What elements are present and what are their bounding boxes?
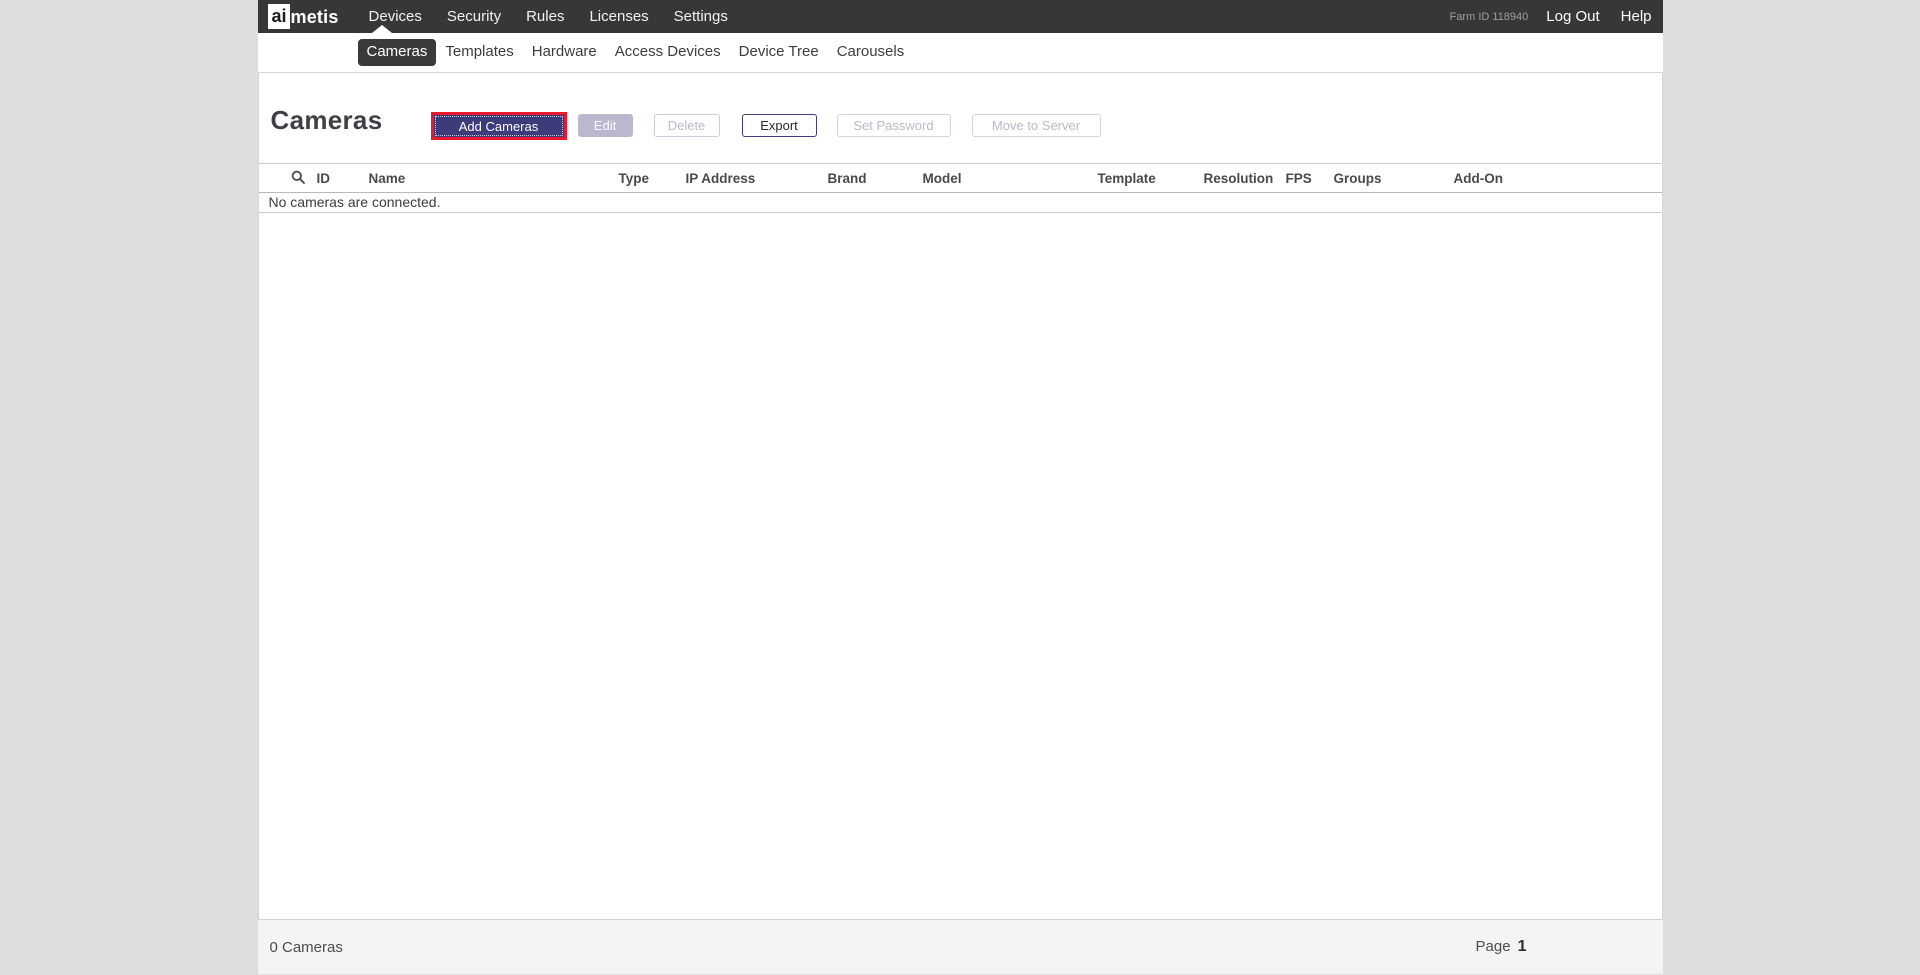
active-menu-caret-icon	[371, 25, 392, 33]
subnav: Cameras Templates Hardware Access Device…	[257, 33, 1663, 73]
column-header-add-on[interactable]: Add-On	[1454, 171, 1662, 186]
page-number[interactable]: 1	[1518, 938, 1527, 955]
footer: 0 Cameras Page 1	[257, 919, 1663, 974]
search-toggle[interactable]	[259, 170, 317, 187]
logo-prefix: ai	[267, 4, 290, 29]
tab-cameras[interactable]: Cameras	[357, 39, 437, 66]
column-header-model[interactable]: Model	[923, 171, 1098, 186]
main-panel: Cameras Add Cameras Edit Delete Export S…	[257, 73, 1663, 919]
menu-item-rules[interactable]: Rules	[513, 8, 576, 25]
toolbar: Cameras Add Cameras Edit Delete Export S…	[259, 73, 1662, 163]
menu-item-settings[interactable]: Settings	[661, 8, 740, 25]
column-header-name[interactable]: Name	[369, 171, 619, 186]
aimetis-logo[interactable]: ai metis	[267, 4, 339, 29]
edit-button[interactable]: Edit	[577, 114, 633, 137]
add-cameras-button[interactable]: Add Cameras	[430, 112, 567, 140]
help-link[interactable]: Help	[1621, 8, 1652, 25]
set-password-button[interactable]: Set Password	[836, 114, 951, 137]
search-icon	[291, 170, 305, 187]
logout-link[interactable]: Log Out	[1546, 8, 1599, 25]
tab-hardware[interactable]: Hardware	[523, 39, 606, 66]
logo-suffix: metis	[290, 6, 339, 27]
column-header-template[interactable]: Template	[1098, 171, 1204, 186]
farm-id-label: Farm ID 118940	[1449, 10, 1529, 23]
tab-access-devices[interactable]: Access Devices	[606, 39, 730, 66]
export-button[interactable]: Export	[741, 114, 817, 137]
cameras-table: ID Name Type IP Address Brand Model Temp…	[258, 163, 1662, 213]
menu-item-security[interactable]: Security	[434, 8, 513, 25]
column-header-brand[interactable]: Brand	[828, 171, 923, 186]
menu-item-devices[interactable]: Devices	[356, 8, 434, 25]
top-menu: Devices Security Rules Licenses Settings	[356, 8, 740, 25]
empty-table-message: No cameras are connected.	[258, 193, 1662, 213]
camera-count: 0 Cameras	[269, 938, 343, 956]
tab-templates[interactable]: Templates	[436, 39, 522, 66]
column-header-type[interactable]: Type	[619, 171, 686, 186]
topbar: ai metis Devices Security Rules Licenses …	[257, 0, 1663, 33]
delete-button[interactable]: Delete	[653, 114, 720, 137]
tab-carousels[interactable]: Carousels	[828, 39, 914, 66]
column-header-ip-address[interactable]: IP Address	[686, 171, 828, 186]
page-label: Page	[1475, 938, 1511, 955]
pagination[interactable]: Page 1	[1476, 938, 1527, 956]
column-header-groups[interactable]: Groups	[1334, 171, 1454, 186]
page-title: Cameras	[270, 105, 383, 135]
menu-item-licenses[interactable]: Licenses	[576, 8, 660, 25]
column-header-id[interactable]: ID	[317, 171, 369, 186]
column-header-fps[interactable]: FPS	[1286, 171, 1334, 186]
move-to-server-button[interactable]: Move to Server	[971, 114, 1101, 137]
topbar-right: Farm ID 118940 Log Out Help	[1450, 8, 1663, 25]
tab-device-tree[interactable]: Device Tree	[730, 39, 828, 66]
app-container: ai metis Devices Security Rules Licenses …	[257, 0, 1663, 974]
table-header-row: ID Name Type IP Address Brand Model Temp…	[258, 163, 1662, 193]
column-header-resolution[interactable]: Resolution	[1204, 171, 1286, 186]
